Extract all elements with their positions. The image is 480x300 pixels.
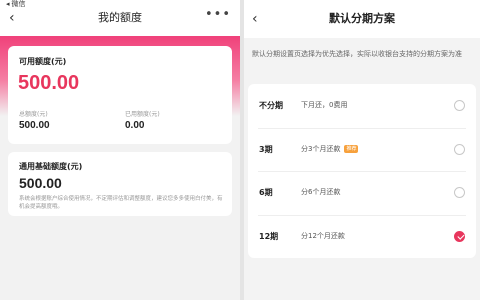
status-back-label[interactable]: 微信 — [12, 0, 26, 8]
available-quota-label: 可用额度(元) — [19, 57, 67, 66]
installment-header: ‹ 默认分期方案 — [244, 0, 480, 38]
option-term: 不分期 — [259, 101, 283, 110]
installment-screen: ‹ 默认分期方案 默认分期设置页选择为优先选择，实际以收银台支持的分期方案为准 … — [244, 0, 480, 300]
option-desc: 分3个月还款 推荐 — [301, 144, 359, 154]
option-desc-text: 下月还，0费用 — [301, 101, 348, 109]
option-desc: 分6个月还款 — [301, 187, 340, 197]
radio-button-checked[interactable] — [454, 230, 465, 242]
option-desc-text: 分6个月还款 — [301, 188, 341, 196]
installment-note: 默认分期设置页选择为优先选择，实际以收银台支持的分期方案为准 — [252, 50, 462, 58]
option-term: 12期 — [259, 231, 279, 241]
status-bar: ◂ 微信 — [6, 0, 26, 8]
radio-button[interactable] — [454, 143, 465, 155]
page-title: 默认分期方案 — [329, 12, 395, 25]
option-row-12[interactable]: 12期 分12个月还款 — [248, 214, 476, 259]
used-quota-value: 0.00 — [125, 120, 145, 131]
available-quota-card: 可用额度(元) 500.00 总额度(元) 500.00 已用额度(元) 0.0… — [8, 46, 232, 144]
radio-button[interactable] — [454, 100, 465, 111]
basic-quota-amount: 500.00 — [19, 175, 62, 191]
back-to-app-icon[interactable]: ◂ — [6, 0, 10, 8]
option-desc-text: 分3个月还款 — [301, 144, 341, 153]
option-desc-text: 分12个月还款 — [301, 231, 345, 240]
quota-screen: ‹ 我的额度 ••• ◂ 微信 可用额度(元) 500.00 总额度(元) 50… — [0, 0, 240, 300]
installment-options-list: 不分期 下月还，0费用 3期 分3个月还款 推荐 6期 分6个月还款 12期 分… — [248, 84, 476, 258]
option-row-3[interactable]: 3期 分3个月还款 推荐 — [248, 127, 476, 172]
option-term: 3期 — [259, 144, 273, 154]
more-icon[interactable]: ••• — [205, 8, 231, 22]
available-quota-amount: 500.00 — [18, 72, 80, 94]
option-term: 6期 — [259, 188, 273, 197]
recommend-badge: 推荐 — [344, 144, 359, 153]
option-desc: 分12个月还款 — [301, 231, 345, 241]
used-quota-label: 已用额度(元) — [125, 111, 160, 118]
basic-quota-description: 系统会根据账户综合使用情况，不定期评估和调整额度，建议您多多使用白付美，有机会提… — [19, 196, 223, 210]
radio-button[interactable] — [454, 187, 465, 198]
total-quota-value: 500.00 — [19, 120, 50, 131]
option-desc: 下月还，0费用 — [301, 100, 347, 110]
total-quota-label: 总额度(元) — [19, 111, 48, 118]
option-row-none[interactable]: 不分期 下月还，0费用 — [248, 84, 476, 128]
basic-quota-card: 通用基础额度(元) 500.00 系统会根据账户综合使用情况，不定期评估和调整额… — [8, 152, 232, 216]
basic-quota-label: 通用基础额度(元) — [19, 162, 83, 171]
option-row-6[interactable]: 6期 分6个月还款 — [248, 171, 476, 215]
quota-header: ‹ 我的额度 ••• — [0, 0, 240, 36]
